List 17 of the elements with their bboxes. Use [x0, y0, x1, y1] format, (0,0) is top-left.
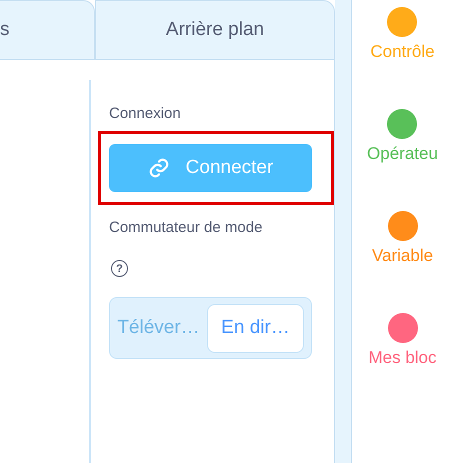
category-dot[interactable] [388, 313, 418, 343]
section-label: Commutateur de mode [109, 219, 264, 236]
tab[interactable]: s [0, 0, 95, 60]
category-label[interactable]: Mes bloc [368, 348, 437, 368]
section-label: Connexion [109, 105, 182, 122]
mode-option[interactable]: Téléver… [110, 304, 207, 352]
category-label[interactable]: Contrôle [370, 42, 435, 62]
category-dot[interactable] [387, 109, 418, 139]
help-icon[interactable]: ? [111, 260, 128, 277]
category-dot[interactable] [387, 7, 418, 37]
category-dot[interactable] [388, 211, 418, 241]
mode-option[interactable]: En dir… [207, 304, 304, 352]
tab[interactable]: Arrière plan [95, 0, 335, 60]
connect-button[interactable]: Connecter [109, 144, 312, 192]
category-label[interactable]: Variable [372, 246, 434, 266]
link-icon [148, 157, 170, 179]
category-label[interactable]: Opérateu [367, 144, 438, 164]
